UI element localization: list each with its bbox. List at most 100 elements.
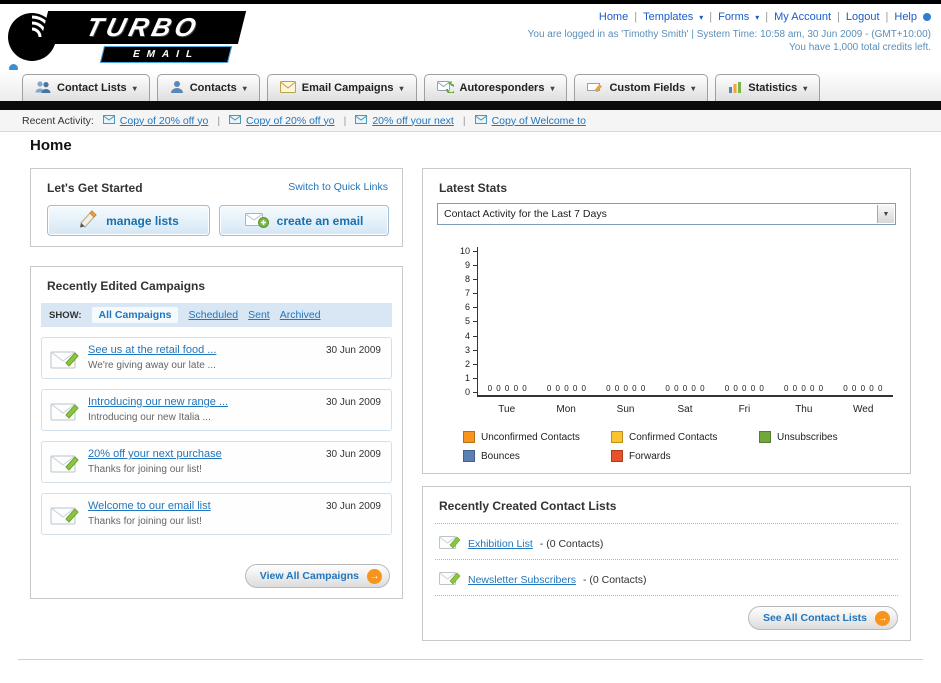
- separator: [765, 11, 768, 23]
- x-tick-label: Fri: [738, 404, 751, 415]
- recent-activity-item: Copy of 20% off yo: [229, 114, 335, 127]
- nav-tab-custom-fields[interactable]: Custom Fields: [574, 74, 709, 101]
- filter-all-campaigns[interactable]: All Campaigns: [91, 307, 179, 323]
- view-all-campaigns-button[interactable]: View All Campaigns: [244, 564, 390, 588]
- create-email-label: create an email: [276, 213, 364, 228]
- x-tick-label: Sun: [616, 404, 635, 415]
- logo-secondary-text: EMAIL: [131, 49, 201, 60]
- y-tick-label: 0: [465, 387, 477, 397]
- help-indicator-icon: [923, 13, 931, 21]
- stats-period-select[interactable]: Contact Activity for the Last 7 Days: [437, 203, 896, 225]
- see-all-contact-lists-button[interactable]: See All Contact Lists: [747, 606, 898, 630]
- logo-primary: TURBO: [39, 11, 247, 44]
- legend-item: Forwards: [611, 450, 759, 462]
- recent-activity-link[interactable]: Copy of 20% off yo: [246, 115, 335, 127]
- y-tick-label: 6: [465, 303, 477, 312]
- chart-value-group: 0 0 0 0 0: [546, 384, 587, 393]
- credits-info: You have 1,000 total credits left.: [789, 42, 931, 53]
- top-link-help[interactable]: Help: [894, 11, 917, 23]
- campaign-date: 30 Jun 2009: [325, 397, 381, 408]
- separator: [709, 11, 712, 23]
- nav-tab-autoresponders[interactable]: Autoresponders: [423, 74, 568, 101]
- nav-tab-contacts[interactable]: Contacts: [156, 74, 260, 101]
- recent-activity-link[interactable]: Copy of 20% off yo: [120, 115, 209, 127]
- latest-stats-title: Latest Stats: [439, 181, 508, 195]
- campaign-filter-bar: SHOW: All Campaigns Scheduled Sent Archi…: [41, 303, 392, 327]
- stats-period-value: Contact Activity for the Last 7 Days: [444, 208, 607, 220]
- create-email-button[interactable]: create an email: [219, 205, 389, 236]
- campaign-subtitle: We're giving away our late ...: [88, 360, 216, 371]
- filter-archived[interactable]: Archived: [280, 309, 321, 321]
- get-started-panel: Let's Get Started Switch to Quick Links …: [30, 168, 403, 247]
- dropdown-arrow-icon: [877, 205, 894, 223]
- chart-value-group: 0 0 0 0 0: [665, 384, 706, 393]
- chart-y-axis: 10 9 8 7 6 5 4 3 2 1 0: [453, 247, 477, 397]
- chart-value-group: 0 0 0 0 0: [606, 384, 647, 393]
- filter-scheduled[interactable]: Scheduled: [188, 309, 238, 321]
- campaign-date: 30 Jun 2009: [325, 449, 381, 460]
- envelope-icon: [355, 114, 368, 127]
- top-link-my-account[interactable]: My Account: [774, 11, 831, 23]
- recent-activity-link[interactable]: Copy of Welcome to: [492, 115, 586, 127]
- logo-secondary: EMAIL: [99, 46, 233, 63]
- campaign-title-link[interactable]: Welcome to our email list: [88, 500, 211, 512]
- recent-activity-item: 20% off your next: [355, 114, 454, 127]
- legend-label: Unsubscribes: [777, 431, 838, 443]
- recent-campaigns-title: Recently Edited Campaigns: [47, 279, 206, 293]
- campaign-date: 30 Jun 2009: [325, 345, 381, 356]
- top-nav-links: Home Templates Forms My Account Logout H…: [599, 11, 931, 23]
- chart-value-group: 0 0 0 0 0: [487, 384, 528, 393]
- top-link-templates[interactable]: Templates: [643, 11, 693, 23]
- nav-tab-email-campaigns[interactable]: Email Campaigns: [266, 74, 417, 101]
- chart-value-group: 0 0 0 0 0: [724, 384, 765, 393]
- nav-tab-contact-lists[interactable]: Contact Lists: [22, 74, 150, 101]
- legend-item: Unsubscribes: [759, 431, 907, 443]
- x-tick-label: Thu: [795, 404, 813, 415]
- manage-lists-button[interactable]: manage lists: [47, 205, 210, 236]
- get-started-title: Let's Get Started: [47, 181, 143, 195]
- nav-tab-statistics[interactable]: Statistics: [715, 74, 821, 101]
- show-label: SHOW:: [49, 309, 82, 321]
- envelope-icon: [102, 114, 115, 127]
- contact-list-link[interactable]: Exhibition List: [468, 538, 533, 550]
- top-link-logout[interactable]: Logout: [846, 11, 880, 23]
- top-link-forms[interactable]: Forms: [718, 11, 749, 23]
- app-window: TURBO EMAIL Home Templates Forms My Acco…: [0, 0, 941, 683]
- campaign-title-link[interactable]: 20% off your next purchase: [88, 448, 222, 460]
- campaign-date: 30 Jun 2009: [325, 501, 381, 512]
- recent-activity-label: Recent Activity:: [22, 114, 94, 127]
- separator: [886, 11, 889, 23]
- filter-sent[interactable]: Sent: [248, 309, 270, 321]
- legend-item: Bounces: [463, 450, 611, 462]
- legend-label: Confirmed Contacts: [629, 431, 718, 443]
- chevron-down-icon: [399, 82, 403, 94]
- campaign-title-link[interactable]: See us at the retail food ...: [88, 344, 216, 356]
- pencil-icon: [78, 210, 98, 231]
- chart-value-group: 0 0 0 0 0: [783, 384, 825, 393]
- top-link-home[interactable]: Home: [599, 11, 628, 23]
- switch-quick-links-link[interactable]: Switch to Quick Links: [288, 181, 388, 193]
- legend-swatch-icon: [611, 450, 623, 462]
- campaign-subtitle: Thanks for joining our list!: [88, 516, 202, 527]
- chevron-down-icon: [755, 11, 759, 23]
- stats-chart: 10 9 8 7 6 5 4 3 2 1 0 0 0 0 0 00 0 0 0 00 0 0 0 0…: [453, 247, 893, 415]
- separator: [217, 115, 220, 127]
- email-campaigns-icon: [279, 80, 296, 96]
- logo-primary-text: TURBO: [83, 12, 204, 42]
- recent-activity-link[interactable]: 20% off your next: [372, 115, 454, 127]
- recent-activity-item: Copy of Welcome to: [474, 114, 586, 127]
- y-tick-label: 5: [465, 317, 477, 326]
- campaign-title-link[interactable]: Introducing our new range ...: [88, 396, 228, 408]
- chart-x-labels: Tue Mon Sun Sat Fri Thu Wed: [477, 397, 893, 415]
- campaign-subtitle: Thanks for joining our list!: [88, 464, 202, 475]
- recent-activity-item: Copy of 20% off yo: [102, 114, 209, 127]
- nav-tab-label: Custom Fields: [609, 82, 686, 94]
- chart-legend: Unconfirmed Contacts Confirmed Contacts Un…: [463, 431, 907, 469]
- legend-swatch-icon: [463, 450, 475, 462]
- envelope-pencil-icon: [50, 451, 80, 480]
- recent-activity-bar: Recent Activity: Copy of 20% off yo Copy…: [0, 110, 941, 132]
- envelope-pencil-icon: [50, 347, 80, 376]
- contact-list-row: Newsletter Subscribers - (0 Contacts): [439, 569, 647, 590]
- contact-list-link[interactable]: Newsletter Subscribers: [468, 574, 576, 586]
- see-all-contact-lists-label: See All Contact Lists: [762, 612, 867, 624]
